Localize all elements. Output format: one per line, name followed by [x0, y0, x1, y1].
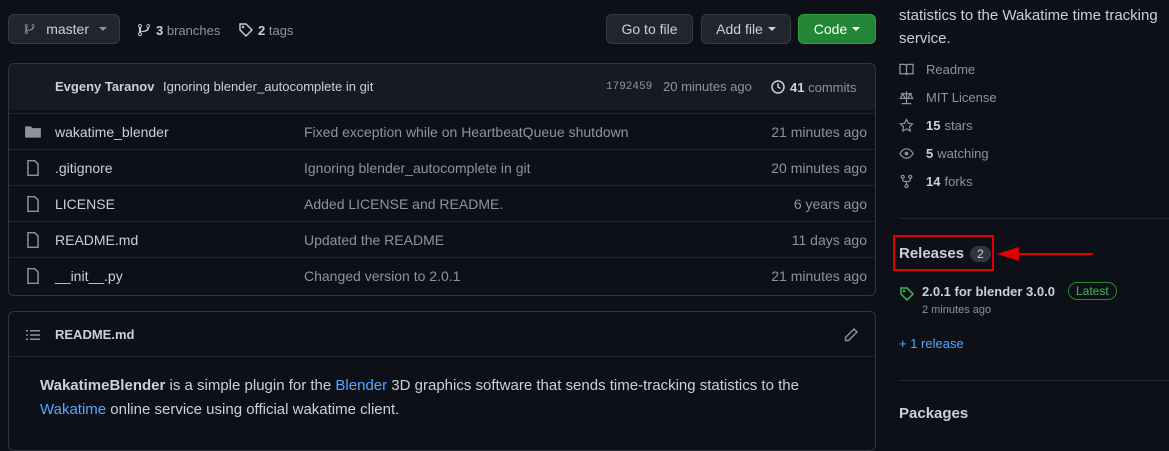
tag-icon [239, 23, 253, 37]
branch-name: master [46, 21, 89, 37]
file-age: 6 years ago [793, 196, 867, 212]
about-description: statistics to the Wakatime time tracking… [899, 4, 1169, 50]
tags-label: tags [268, 22, 294, 38]
about-line: statistics to the Wakatime time tracking [899, 7, 1158, 24]
stars-link[interactable]: 15 stars [899, 118, 973, 133]
more-releases-link[interactable]: + 1 release [899, 336, 964, 351]
watching-label: watching [937, 146, 989, 161]
latest-badge: Latest [1068, 282, 1117, 300]
divider [899, 218, 1169, 219]
file-icon [27, 195, 39, 213]
stars-count: 15 [926, 118, 941, 133]
readme-text: is a simple plugin for the [165, 377, 336, 394]
book-icon [899, 63, 914, 76]
folder-icon [25, 126, 41, 138]
tags-link[interactable]: 2 tags [238, 22, 293, 38]
commit-bar: Evgeny Taranov Ignoring blender_autocomp… [9, 64, 875, 110]
file-age: 20 minutes ago [771, 160, 867, 176]
forks-count: 14 [926, 174, 941, 189]
file-icon [27, 267, 39, 285]
file-commit-message[interactable]: Added LICENSE and README. [304, 196, 503, 212]
pencil-icon[interactable] [843, 327, 859, 343]
chevron-down-icon [99, 27, 107, 31]
commit-author[interactable]: Evgeny Taranov [55, 79, 154, 94]
readme-title: README.md [55, 327, 135, 342]
code-button[interactable]: Code [798, 14, 876, 44]
star-icon [899, 118, 914, 133]
table-row[interactable]: __init__.py Changed version to 2.0.1 21 … [9, 257, 875, 294]
blender-link[interactable]: Blender [335, 377, 387, 394]
readme-text: 3D graphics software that sends time-tra… [387, 377, 799, 394]
readme-text: online service using official wakatime c… [106, 401, 400, 418]
file-commit-message[interactable]: Updated the README [304, 232, 444, 248]
file-name[interactable]: README.md [55, 232, 138, 248]
stars-label: stars [944, 118, 973, 133]
annotation-arrow [997, 247, 1093, 261]
tag-icon [900, 287, 915, 302]
eye-icon [899, 148, 914, 159]
file-name[interactable]: LICENSE [55, 196, 115, 212]
readme-header: README.md [9, 312, 875, 357]
file-age: 21 minutes ago [771, 124, 867, 140]
project-name: WakatimeBlender [40, 377, 166, 394]
file-age: 11 days ago [791, 232, 867, 248]
commits-count: 41 [790, 79, 805, 95]
history-icon [771, 80, 785, 94]
watching-link[interactable]: 5 watching [899, 146, 989, 161]
forks-link[interactable]: 14 forks [899, 174, 973, 189]
file-commit-message[interactable]: Changed version to 2.0.1 [304, 268, 460, 284]
file-age: 21 minutes ago [771, 268, 867, 284]
chevron-down-icon [767, 27, 776, 31]
releases-count-badge: 2 [970, 245, 991, 262]
git-branch-icon [24, 24, 35, 34]
file-table: Evgeny Taranov Ignoring blender_autocomp… [8, 63, 876, 296]
readme-link[interactable]: Readme [899, 62, 975, 77]
releases-title: Releases [899, 245, 965, 262]
release-time: 2 minutes ago [922, 304, 992, 316]
file-icon [27, 159, 39, 177]
list-icon[interactable] [25, 327, 41, 343]
add-file-label: Add file [716, 21, 763, 37]
readme-panel: README.md WakatimeBlender is a simple pl… [8, 311, 876, 451]
forks-label: forks [944, 174, 973, 189]
code-label: Code [813, 21, 848, 37]
file-name[interactable]: __init__.py [55, 268, 123, 284]
commits-link[interactable]: 41 commits [770, 79, 856, 95]
add-file-button[interactable]: Add file [701, 14, 791, 44]
file-commit-message[interactable]: Ignoring blender_autocomplete in git [304, 160, 531, 176]
commit-sha[interactable]: 1792459 [606, 81, 652, 93]
branches-count: 3 [156, 22, 164, 38]
license-link[interactable]: MIT License [899, 90, 997, 105]
divider [899, 380, 1169, 381]
watching-count: 5 [926, 146, 934, 161]
table-row[interactable]: .gitignore Ignoring blender_autocomplete… [9, 149, 875, 186]
tags-count: 2 [258, 22, 266, 38]
branch-select-button[interactable]: master [8, 14, 120, 44]
readme-label: Readme [926, 62, 976, 77]
releases-heading[interactable]: Releases 2 [899, 245, 991, 262]
go-to-file-button[interactable]: Go to file [606, 14, 693, 44]
wakatime-link[interactable]: Wakatime [40, 401, 106, 418]
license-label: MIT License [926, 90, 997, 105]
about-line: service. [899, 30, 951, 47]
packages-title[interactable]: Packages [899, 405, 968, 422]
branches-link[interactable]: 3 branches [136, 22, 220, 38]
table-row[interactable]: wakatime_blender Fixed exception while o… [9, 113, 875, 150]
file-name[interactable]: .gitignore [55, 160, 113, 176]
law-icon [899, 91, 914, 105]
commits-label: commits [808, 79, 857, 95]
table-row[interactable]: README.md Updated the README 11 days ago [9, 221, 875, 258]
file-name[interactable]: wakatime_blender [55, 124, 169, 140]
commit-message[interactable]: Ignoring blender_autocomplete in git [163, 79, 373, 94]
file-commit-message[interactable]: Fixed exception while on HeartbeatQueue … [304, 124, 629, 140]
branches-label: branches [166, 22, 221, 38]
release-name[interactable]: 2.0.1 for blender 3.0.0 [922, 284, 1055, 299]
chevron-down-icon [852, 27, 861, 31]
git-branch-icon [138, 24, 150, 37]
table-row[interactable]: LICENSE Added LICENSE and README. 6 year… [9, 185, 875, 222]
commit-time: 20 minutes ago [663, 79, 752, 94]
readme-body: WakatimeBlender is a simple plugin for t… [40, 374, 860, 422]
file-icon [27, 231, 39, 249]
fork-icon [900, 174, 913, 189]
